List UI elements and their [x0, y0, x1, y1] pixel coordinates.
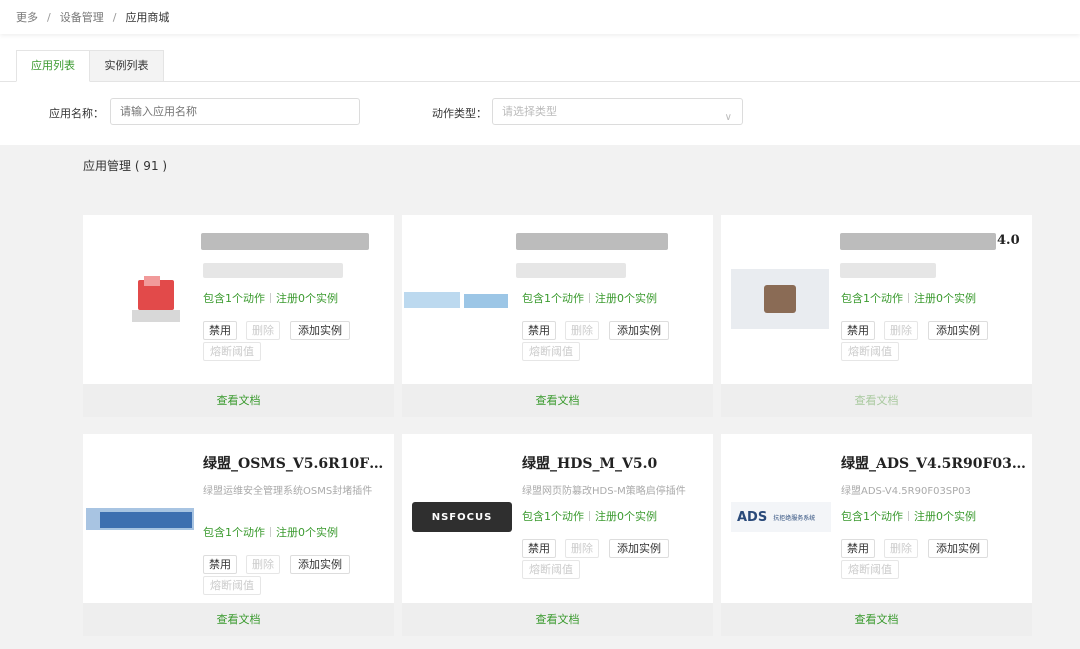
tab-bar: 应用列表 实例列表 — [0, 48, 1080, 82]
chevron-down-icon: ∨ — [724, 112, 732, 123]
stat-divider — [589, 511, 590, 521]
action-count: 包含1个动作 — [203, 292, 265, 305]
blurred-title — [201, 233, 369, 250]
app-stats: 包含1个动作 注册0个实例 — [203, 290, 338, 306]
instance-count: 注册0个实例 — [276, 292, 338, 305]
app-logo — [108, 270, 204, 330]
delete-button[interactable]: 删除 — [246, 321, 280, 340]
breadcrumb-item-app-store: 应用商城 — [125, 11, 170, 24]
delete-button[interactable]: 删除 — [565, 321, 599, 340]
add-instance-button[interactable]: 添加实例 — [928, 321, 988, 340]
app-card: 绿盟_OSMS_V5.6R10F05 绿盟运维安全管理系统OSMS封堵插件 包含… — [83, 434, 394, 636]
stat-divider — [270, 527, 271, 537]
blurred-description — [840, 263, 936, 278]
add-instance-button[interactable]: 添加实例 — [290, 321, 350, 340]
circuit-breaker-threshold-button[interactable]: 熔断阈值 — [203, 342, 261, 361]
circuit-breaker-threshold-button[interactable]: 熔断阈值 — [841, 560, 899, 579]
blurred-title — [840, 233, 996, 250]
app-logo — [404, 270, 508, 330]
circuit-breaker-threshold-button[interactable]: 熔断阈值 — [841, 342, 899, 361]
nsfocus-logo: NSFOCUS — [412, 502, 512, 532]
action-count: 包含1个动作 — [203, 526, 265, 539]
disable-button[interactable]: 禁用 — [203, 321, 237, 340]
app-stats: 包含1个动作 注册0个实例 — [522, 508, 657, 524]
action-count: 包含1个动作 — [522, 510, 584, 523]
app-title: 绿盟_HDS_M_V5.0 — [522, 456, 658, 472]
action-type-select[interactable]: 请选择类型 ∨ — [492, 98, 743, 125]
blurred-title — [516, 233, 668, 250]
blurred-description — [516, 263, 626, 278]
breadcrumb: 更多 / 设备管理 / 应用商城 — [0, 0, 1080, 34]
instance-count: 注册0个实例 — [595, 292, 657, 305]
stat-divider — [589, 293, 590, 303]
app-description: 绿盟ADS-V4.5R90F03SP03 — [841, 486, 971, 497]
view-docs-link[interactable]: 查看文档 — [402, 384, 713, 417]
view-docs-link[interactable]: 查看文档 — [721, 384, 1032, 417]
disable-button[interactable]: 禁用 — [841, 321, 875, 340]
app-title: 绿盟_OSMS_V5.6R10F05 — [203, 456, 388, 472]
add-instance-button[interactable]: 添加实例 — [609, 321, 669, 340]
action-type-label: 动作类型： — [432, 107, 487, 120]
delete-button[interactable]: 删除 — [565, 539, 599, 558]
section-title: 应用管理 ( 91 ) — [83, 159, 168, 173]
stat-divider — [908, 293, 909, 303]
breadcrumb-item-more[interactable]: 更多 — [16, 9, 38, 25]
circuit-breaker-threshold-button[interactable]: 熔断阈值 — [522, 560, 580, 579]
disable-button[interactable]: 禁用 — [522, 321, 556, 340]
app-card: NSFOCUS 绿盟_HDS_M_V5.0 绿盟网页防篡改HDS-M策略启停插件… — [402, 434, 713, 636]
app-description: 绿盟网页防篡改HDS-M策略启停插件 — [522, 486, 686, 497]
action-type-placeholder: 请选择类型 — [502, 105, 557, 118]
app-logo — [731, 269, 829, 329]
blurred-description — [203, 263, 343, 278]
nsfocus-logo-text: NSFOCUS — [431, 511, 493, 523]
breadcrumb-separator: / — [112, 10, 117, 24]
view-docs-link[interactable]: 查看文档 — [402, 603, 713, 636]
add-instance-button[interactable]: 添加实例 — [609, 539, 669, 558]
app-name-label: 应用名称： — [49, 107, 104, 120]
app-name-search-input[interactable] — [110, 98, 360, 125]
instance-count: 注册0个实例 — [276, 526, 338, 539]
view-docs-link[interactable]: 查看文档 — [721, 603, 1032, 636]
app-stats: 包含1个动作 注册0个实例 — [841, 508, 976, 524]
app-logo — [85, 494, 195, 544]
ads-logo-text: ADS — [737, 509, 768, 525]
action-count: 包含1个动作 — [841, 510, 903, 523]
action-count: 包含1个动作 — [841, 292, 903, 305]
circuit-breaker-threshold-button[interactable]: 熔断阈值 — [522, 342, 580, 361]
action-count: 包含1个动作 — [522, 292, 584, 305]
breadcrumb-item-device-management[interactable]: 设备管理 — [60, 9, 104, 25]
ads-logo: ADS 抗拒绝服务系统 — [731, 502, 831, 532]
breadcrumb-separator: / — [47, 10, 51, 24]
app-description: 绿盟运维安全管理系统OSMS封堵插件 — [203, 486, 373, 497]
tab-instance-list[interactable]: 实例列表 — [90, 50, 164, 82]
tab-app-list[interactable]: 应用列表 — [16, 50, 90, 82]
view-docs-link[interactable]: 查看文档 — [83, 603, 394, 636]
disable-button[interactable]: 禁用 — [522, 539, 556, 558]
app-card: 包含1个动作 注册0个实例 禁用 删除 添加实例 熔断阈值 查看文档 — [402, 215, 713, 417]
add-instance-button[interactable]: 添加实例 — [928, 539, 988, 558]
app-management-panel: 应用管理 ( 91 ) 包含1个动作 注册0个实例 禁用 删除 添加实例 熔断阈值… — [0, 145, 1080, 649]
instance-count: 注册0个实例 — [914, 510, 976, 523]
delete-button[interactable]: 删除 — [884, 321, 918, 340]
app-stats: 包含1个动作 注册0个实例 — [841, 290, 976, 306]
add-instance-button[interactable]: 添加实例 — [290, 555, 350, 574]
app-title: 绿盟_ADS_V4.5R90F03... — [841, 456, 1026, 472]
delete-button[interactable]: 删除 — [884, 539, 918, 558]
disable-button[interactable]: 禁用 — [841, 539, 875, 558]
disable-button[interactable]: 禁用 — [203, 555, 237, 574]
ads-logo-subtext: 抗拒绝服务系统 — [773, 514, 816, 522]
view-docs-link[interactable]: 查看文档 — [83, 384, 394, 417]
app-stats: 包含1个动作 注册0个实例 — [203, 524, 338, 540]
app-stats: 包含1个动作 注册0个实例 — [522, 290, 657, 306]
app-card: 包含1个动作 注册0个实例 禁用 删除 添加实例 熔断阈值 查看文档 — [83, 215, 394, 417]
stat-divider — [908, 511, 909, 521]
app-title-suffix: 4.0 — [997, 233, 1020, 248]
instance-count: 注册0个实例 — [914, 292, 976, 305]
circuit-breaker-threshold-button[interactable]: 熔断阈值 — [203, 576, 261, 595]
instance-count: 注册0个实例 — [595, 510, 657, 523]
delete-button[interactable]: 删除 — [246, 555, 280, 574]
stat-divider — [270, 293, 271, 303]
app-card: ADS 抗拒绝服务系统 绿盟_ADS_V4.5R90F03... 绿盟ADS-V… — [721, 434, 1032, 636]
app-card: 4.0 包含1个动作 注册0个实例 禁用 删除 添加实例 熔断阈值 查看文档 — [721, 215, 1032, 417]
